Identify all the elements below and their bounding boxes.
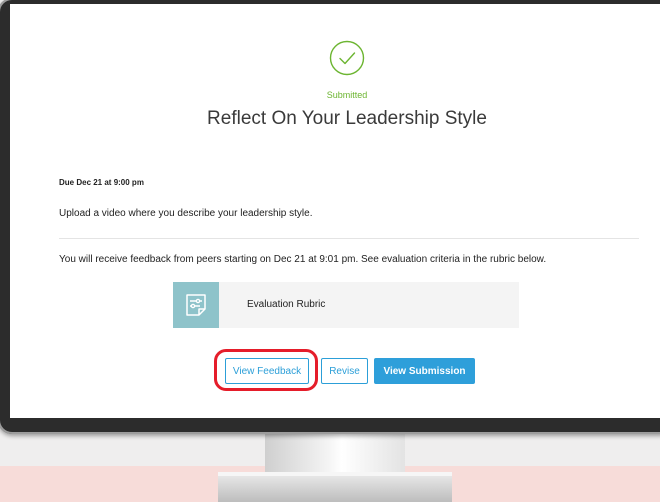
- monitor-stand-base: [218, 476, 452, 502]
- scene: Submitted Reflect On Your Leadership Sty…: [0, 0, 660, 502]
- divider: [59, 238, 639, 239]
- rubric-icon-tile: [173, 282, 219, 328]
- page-title: Reflect On Your Leadership Style: [207, 108, 487, 129]
- view-submission-button[interactable]: View Submission: [374, 358, 475, 384]
- rubric-label: Evaluation Rubric: [247, 299, 326, 310]
- evaluation-rubric-link[interactable]: Evaluation Rubric: [173, 282, 519, 328]
- status-label: Submitted: [326, 90, 368, 100]
- due-date: Due Dec 21 at 9:00 pm: [59, 178, 144, 187]
- monitor-bezel: Submitted Reflect On Your Leadership Sty…: [0, 0, 660, 434]
- assignment-instruction: Upload a video where you describe your l…: [59, 208, 313, 219]
- checkmark-circle-icon: [329, 40, 365, 76]
- revise-button[interactable]: Revise: [321, 358, 368, 384]
- view-feedback-button[interactable]: View Feedback: [225, 358, 309, 384]
- feedback-info-text: You will receive feedback from peers sta…: [59, 254, 547, 265]
- screen: Submitted Reflect On Your Leadership Sty…: [10, 4, 660, 418]
